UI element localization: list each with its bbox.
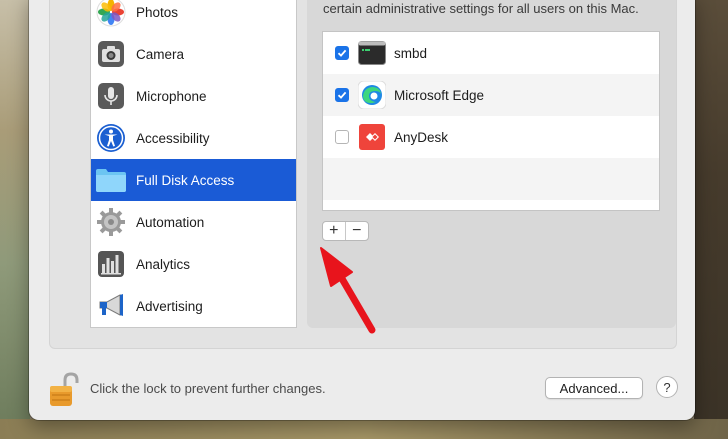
accessibility-icon [95,122,127,154]
full-disk-access-panel: certain administrative settings for all … [307,0,676,328]
megaphone-icon [95,290,127,322]
microsoft-edge-checkbox[interactable] [335,88,349,102]
microphone-icon [95,80,127,112]
advanced-button[interactable]: Advanced... [545,377,643,399]
sidebar-item-accessibility[interactable]: Accessibility [91,117,296,159]
sidebar-item-analytics[interactable]: Analytics [91,243,296,285]
desktop-background-right [694,0,728,439]
terminal-icon [358,39,386,67]
sidebar-item-label: Microphone [136,88,207,104]
app-name: smbd [394,45,428,61]
app-list[interactable]: smbd Microsoft Edge AnyDesk [322,31,660,211]
list-item-empty [323,158,659,200]
lock-status-text: Click the lock to prevent further change… [90,381,326,396]
sidebar-item-advertising[interactable]: Advertising [91,285,296,327]
checkmark-icon [337,91,347,99]
sidebar-item-label: Camera [136,46,185,62]
app-name: AnyDesk [394,129,449,145]
checkmark-icon [337,49,347,57]
smbd-checkbox[interactable] [335,46,349,60]
anydesk-checkbox[interactable] [335,130,349,144]
desktop-background-left [0,0,30,439]
photos-icon [95,0,127,28]
app-name: Microsoft Edge [394,87,485,103]
window-footer: Click the lock to prevent further change… [29,358,695,420]
sidebar-item-full-disk-access[interactable]: Full Disk Access [91,159,296,201]
anydesk-icon [358,123,386,151]
camera-icon [95,38,127,70]
add-remove-controls: + − [322,221,369,241]
unlocked-lock-icon[interactable] [49,372,79,408]
privacy-sidebar[interactable]: Photos Camera Microphone Accessibility F… [90,0,297,328]
sidebar-item-microphone[interactable]: Microphone [91,75,296,117]
panel-description: certain administrative settings for all … [323,1,639,16]
system-preferences-window: Photos Camera Microphone Accessibility F… [29,0,695,420]
sidebar-item-label: Analytics [136,256,191,272]
analytics-icon [95,248,127,280]
sidebar-item-label: Automation [136,214,205,230]
remove-app-button[interactable]: − [346,222,368,240]
gear-icon [95,206,127,238]
sidebar-item-label: Photos [136,4,179,20]
edge-icon [358,81,386,109]
help-button[interactable]: ? [656,376,678,398]
sidebar-item-label: Advertising [136,298,203,314]
folder-icon [95,164,127,196]
sidebar-item-automation[interactable]: Automation [91,201,296,243]
sidebar-item-camera[interactable]: Camera [91,33,296,75]
desktop-background-bottom [0,419,728,439]
sidebar-item-label: Full Disk Access [136,172,235,188]
add-app-button[interactable]: + [323,222,346,240]
privacy-content-box: Photos Camera Microphone Accessibility F… [49,0,677,349]
list-item-microsoft-edge[interactable]: Microsoft Edge [323,74,659,116]
list-item-smbd[interactable]: smbd [323,32,659,74]
sidebar-item-label: Accessibility [136,130,210,146]
sidebar-item-photos[interactable]: Photos [91,0,296,33]
list-item-anydesk[interactable]: AnyDesk [323,116,659,158]
